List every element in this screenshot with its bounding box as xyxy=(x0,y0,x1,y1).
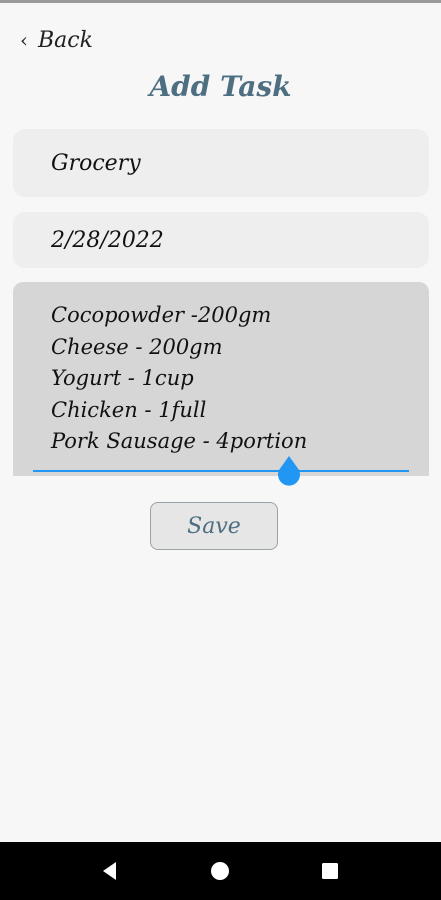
page-title: Add Task xyxy=(149,70,292,103)
notes-textarea[interactable]: Cocopowder -200gm Cheese - 200gm Yogurt … xyxy=(13,282,429,476)
notes-line: Yogurt - 1cup xyxy=(51,366,194,390)
chevron-left-icon: ‹ xyxy=(20,28,28,52)
notes-line: Cocopowder -200gm xyxy=(51,303,272,327)
square-recents-icon[interactable] xyxy=(308,842,352,900)
circle-home-icon[interactable] xyxy=(198,842,242,900)
save-button[interactable]: Save xyxy=(150,502,278,550)
back-button[interactable]: ‹ Back xyxy=(20,26,93,54)
notes-line: Pork Sausage - 4portion xyxy=(51,429,308,453)
notes-focus-underline xyxy=(33,470,409,472)
status-bar-line xyxy=(0,0,441,3)
android-nav-bar xyxy=(0,842,441,900)
notes-line: Cheese - 200gm xyxy=(51,334,223,359)
triangle-back-icon[interactable] xyxy=(88,842,132,900)
notes-line: Chicken - 1full xyxy=(51,397,207,422)
text-cursor-handle[interactable] xyxy=(276,456,302,490)
task-name-value: Grocery xyxy=(51,150,141,176)
date-field[interactable]: 2/28/2022 xyxy=(13,212,429,268)
back-label: Back xyxy=(38,27,93,53)
date-value: 2/28/2022 xyxy=(51,227,164,253)
task-name-field[interactable]: Grocery xyxy=(13,129,429,197)
